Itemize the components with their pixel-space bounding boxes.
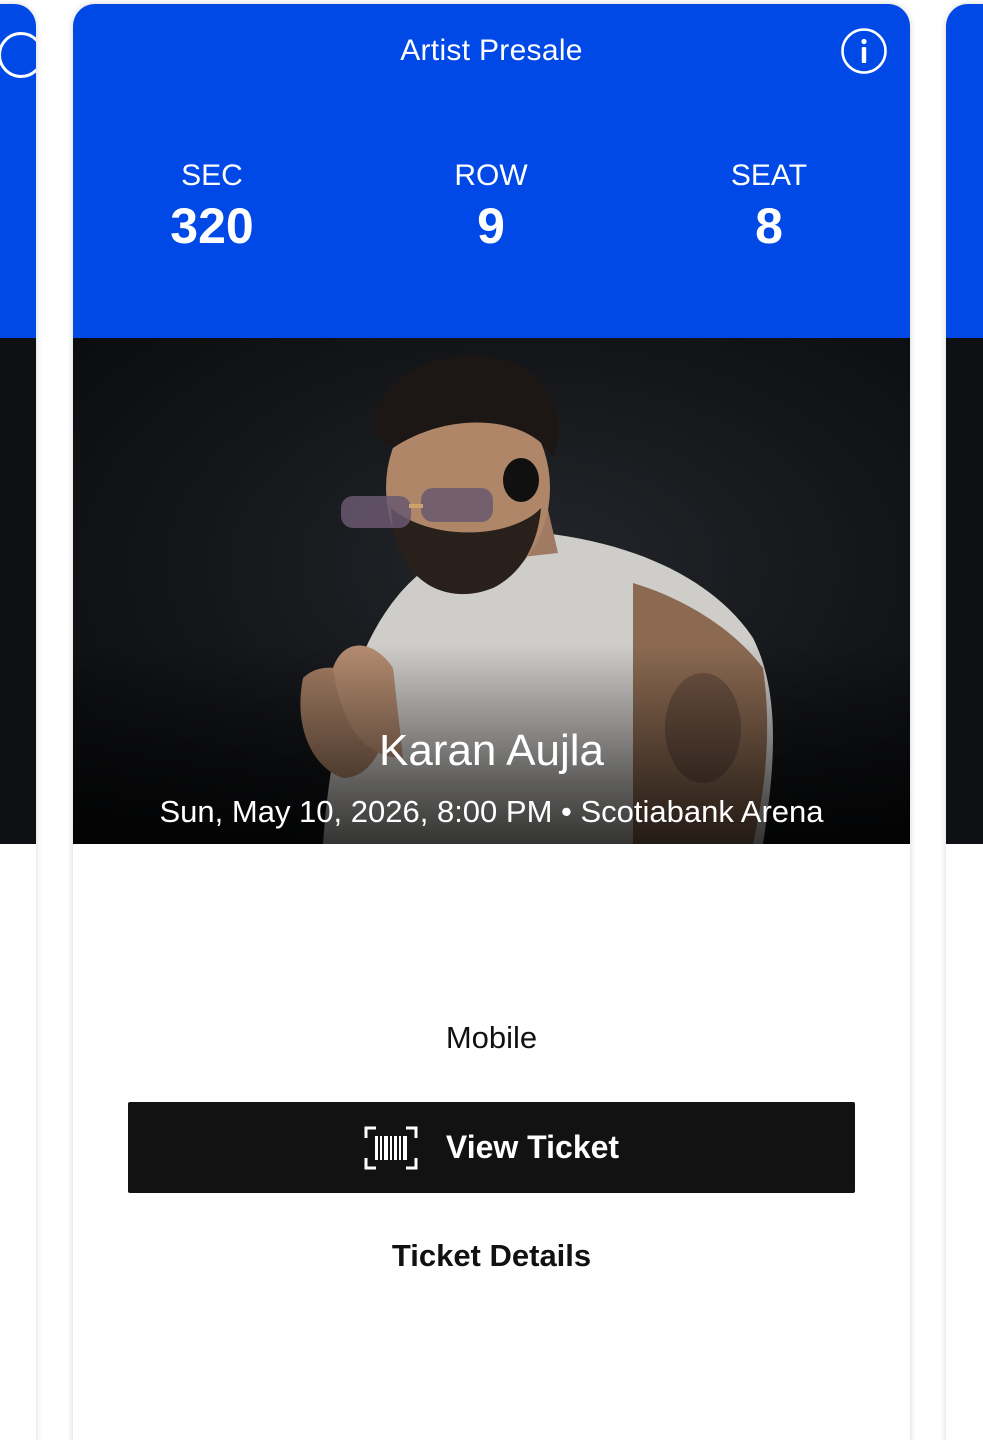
ticket-type-title: Artist Presale bbox=[400, 34, 583, 67]
ticket-carousel[interactable]: Artist Presale SEC 320 ROW 9 SEAT 8 Kara… bbox=[0, 0, 983, 1440]
previous-ticket-image bbox=[0, 338, 36, 844]
next-ticket-header bbox=[946, 4, 983, 338]
section-value: 320 bbox=[170, 198, 254, 254]
view-ticket-label: View Ticket bbox=[445, 1129, 620, 1165]
seat-label: SEAT bbox=[730, 159, 808, 192]
delivery-method: Mobile bbox=[445, 1020, 538, 1055]
row-value: 9 bbox=[477, 198, 505, 254]
ticket-header: Artist Presale SEC 320 ROW 9 SEAT 8 bbox=[73, 4, 910, 338]
next-ticket-image bbox=[946, 338, 983, 844]
row-info: ROW 9 bbox=[391, 158, 591, 254]
info-circle-icon bbox=[841, 28, 887, 74]
next-ticket-card[interactable] bbox=[946, 4, 983, 1440]
barcode-scan-icon bbox=[364, 1126, 418, 1169]
artist-photo: Karan Aujla Sun, May 10, 2026, 8:00 PM •… bbox=[73, 338, 910, 844]
info-button[interactable] bbox=[840, 27, 888, 75]
ticket-card: Artist Presale SEC 320 ROW 9 SEAT 8 Kara… bbox=[73, 4, 910, 1440]
row-label: ROW bbox=[454, 159, 528, 192]
seat-value: 8 bbox=[755, 198, 783, 254]
info-icon bbox=[0, 32, 36, 78]
artist-name: Karan Aujla bbox=[378, 726, 605, 775]
view-ticket-button[interactable]: View Ticket bbox=[128, 1102, 855, 1193]
previous-ticket-card[interactable] bbox=[0, 4, 36, 1440]
section-label: SEC bbox=[181, 159, 243, 192]
event-date-venue: Sun, May 10, 2026, 8:00 PM • Scotiabank … bbox=[159, 794, 824, 829]
ticket-details-link[interactable]: Ticket Details bbox=[73, 1238, 910, 1274]
section-info: SEC 320 bbox=[112, 158, 312, 254]
seat-info: SEAT 8 bbox=[669, 158, 869, 254]
